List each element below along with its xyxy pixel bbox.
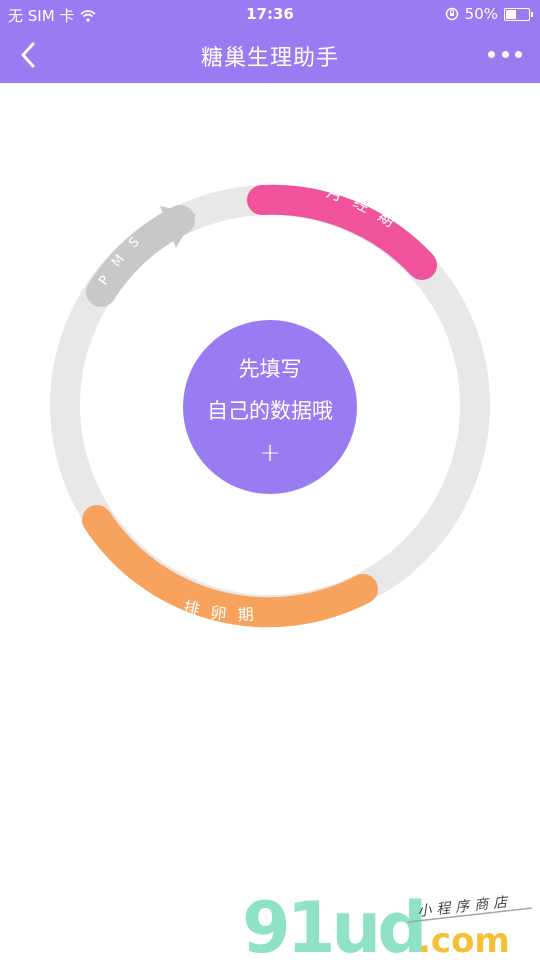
battery-level xyxy=(506,9,516,19)
watermark-brand: 91ud xyxy=(242,888,423,958)
watermark-domain: .com xyxy=(418,921,510,958)
battery-percent: 50% xyxy=(464,5,498,23)
battery-icon xyxy=(504,7,533,21)
more-dot-icon xyxy=(515,50,522,58)
add-data-line1: 先填写 xyxy=(238,357,302,381)
more-dot-icon xyxy=(501,50,509,58)
more-options-button[interactable] xyxy=(488,42,522,66)
watermark-logo: 91ud .com 小程序商店 xyxy=(242,888,533,958)
add-data-button[interactable]: 先填写 自己的数据哦 + xyxy=(183,320,357,494)
app-header: 无 SIM 卡 17:36 50% 糖巢生理助手 xyxy=(0,0,540,83)
more-dot-icon xyxy=(488,50,495,58)
status-bar: 无 SIM 卡 17:36 50% xyxy=(0,0,540,28)
ovulation-phase-arc[interactable] xyxy=(82,505,378,628)
rotation-lock-icon xyxy=(445,7,458,21)
plus-icon: + xyxy=(259,438,281,468)
add-data-line2: 自己的数据哦 xyxy=(207,399,333,423)
nav-bar: 糖巢生理助手 xyxy=(0,28,540,83)
page-title: 糖巢生理助手 xyxy=(200,46,339,71)
